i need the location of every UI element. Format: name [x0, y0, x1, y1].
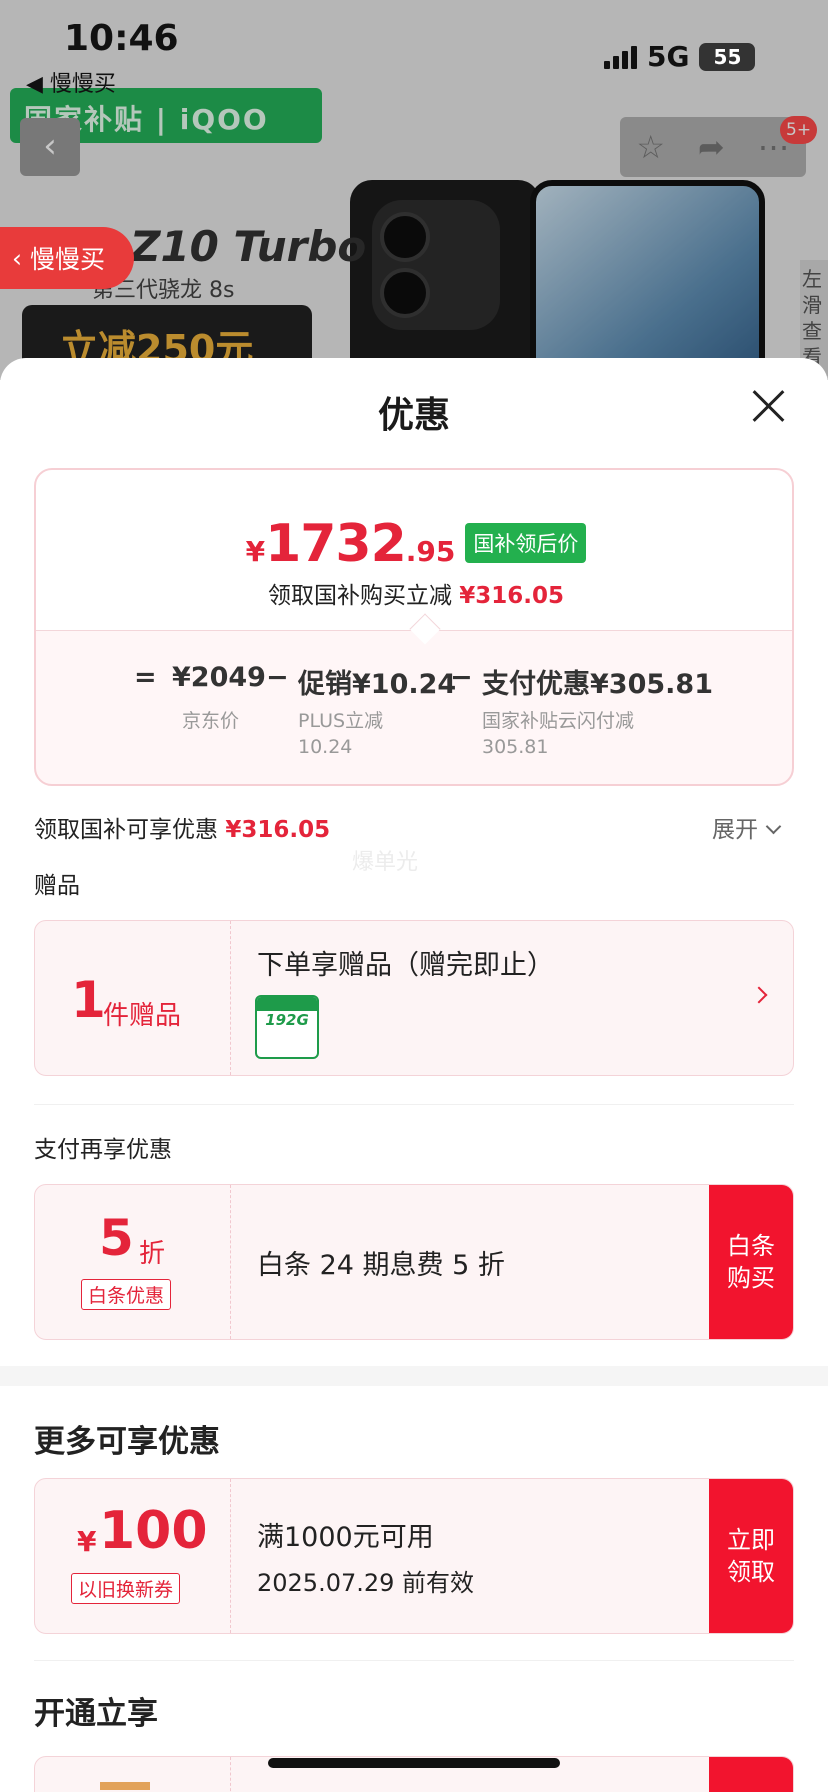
price-decimal: .95	[405, 535, 456, 568]
expand-label: 展开	[712, 817, 758, 843]
home-indicator[interactable]	[268, 1758, 560, 1768]
promo-value: 10.24	[298, 736, 353, 758]
gov-subsidy-label: 领取国补可享优惠	[34, 817, 218, 843]
coupon-card: ¥ 100 以旧换新券 满1000元可用 2025.07.29 前有效 立即领取	[34, 1478, 794, 1634]
back-tab-label: 慢慢买	[30, 245, 106, 274]
coupon-condition: 满1000元可用	[257, 1522, 434, 1553]
saving-line: 领取国补购买立减 ¥316.05	[36, 576, 792, 610]
baitiao-buy-label: 白条购买	[727, 1232, 775, 1292]
status-time: 10:46	[64, 18, 179, 59]
promo-label: PLUS立减	[298, 710, 384, 732]
gift-card[interactable]: 1 件赠品 下单享赠品（赠完即止） 192G	[34, 920, 794, 1076]
close-icon[interactable]	[750, 388, 786, 424]
gift-title: 下单享赠品（赠完即止）	[257, 950, 554, 981]
price-currency: ¥	[245, 535, 266, 568]
coupon-amount: 100	[99, 1501, 208, 1561]
baitiao-tag: 白条优惠	[81, 1279, 172, 1310]
battery-icon: 55	[699, 42, 756, 71]
chevron-down-icon	[765, 818, 782, 835]
coupon-expiry: 2025.07.29 前有效	[257, 1569, 475, 1597]
coupon-currency: ¥	[77, 1525, 97, 1558]
chevron-right-icon	[750, 986, 768, 1004]
discount-value: 5	[99, 1209, 134, 1267]
discount-sheet: 优惠 ¥ 1732 .95 国补领后价 领取国补购买立减 ¥316.05 = ¥…	[0, 358, 828, 1792]
base-price: ¥2049	[172, 662, 266, 693]
pay-section-title: 支付再享优惠	[34, 1137, 172, 1163]
price-card: ¥ 1732 .95 国补领后价 领取国补购买立减 ¥316.05 = ¥204…	[34, 468, 794, 786]
pay-discount: 支付优惠¥305.81	[482, 669, 713, 700]
base-price-label: 京东价	[182, 710, 240, 732]
claim-coupon-button[interactable]: 立即领取	[709, 1479, 793, 1633]
gift-unit: 件赠品	[103, 1001, 182, 1031]
discount-unit: 折	[139, 1239, 166, 1269]
gov-subsidy-amount: ¥316.05	[225, 817, 331, 843]
gov-subsidy-tag: 国补领后价	[465, 523, 587, 563]
more-section-title: 更多可享优惠	[34, 1424, 220, 1460]
minus-sign: −	[450, 662, 473, 693]
membership-icon	[100, 1782, 150, 1792]
expand-button[interactable]: 展开	[712, 810, 782, 844]
saving-label: 领取国补购买立减	[267, 583, 452, 609]
chevron-left-icon: ‹	[12, 243, 22, 273]
claim-coupon-label: 立即领取	[727, 1526, 775, 1586]
price-integer: 1732	[265, 514, 407, 574]
promo-amount: 促销¥10.24	[298, 669, 457, 700]
baitiao-desc: 白条 24 期息费 5 折	[257, 1250, 505, 1281]
gov-subsidy-line: 领取国补可享优惠 ¥316.05	[34, 810, 794, 844]
gift-thumbnail[interactable]: 192G	[255, 995, 319, 1059]
coupon-tag: 以旧换新券	[71, 1573, 181, 1604]
open-section-title: 开通立享	[34, 1696, 158, 1732]
saving-amount: ¥316.05	[459, 583, 565, 609]
baitiao-card: 5 折 白条优惠 白条 24 期息费 5 折 白条购买	[34, 1184, 794, 1340]
baitiao-buy-button[interactable]: 白条购买	[709, 1185, 793, 1339]
sheet-title: 优惠	[377, 395, 450, 436]
equals-sign: =	[134, 662, 157, 693]
gifts-section-title: 赠品	[34, 873, 80, 899]
final-price: ¥ 1732 .95 国补领后价	[36, 514, 792, 574]
pay-discount-label: 国家补贴云闪付减	[482, 710, 635, 732]
network-label: 5G	[647, 40, 690, 73]
status-indicators: 5G 55	[604, 40, 756, 73]
pay-discount-value: 305.81	[482, 736, 549, 758]
minus-sign: −	[266, 662, 289, 693]
back-to-app-tab[interactable]: ‹ 慢慢买	[0, 227, 134, 289]
signal-icon	[604, 45, 637, 69]
gift-thumbnail-text: 192G	[265, 1011, 309, 1029]
status-back-link[interactable]: ◀ 慢慢买	[26, 66, 116, 98]
gift-count: 1	[71, 971, 106, 1029]
